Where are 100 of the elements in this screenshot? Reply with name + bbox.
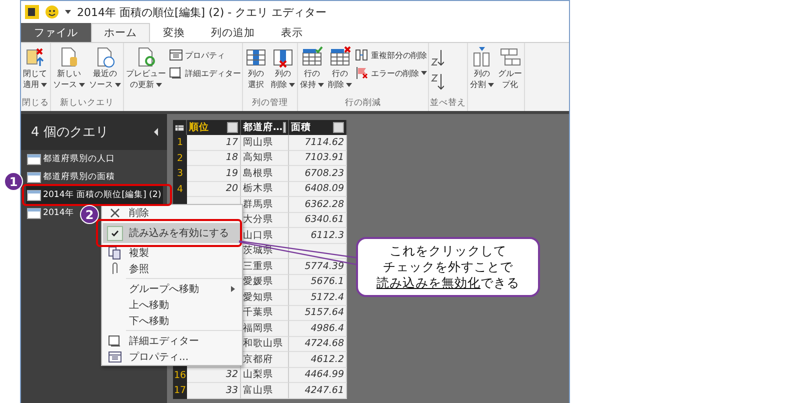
table-cell: 愛媛県: [241, 274, 289, 290]
table-cell: 7103.91: [289, 150, 347, 166]
table-cell: 4724.68: [289, 336, 347, 352]
table-cell: 6340.61: [289, 212, 347, 228]
remove-errors-icon: [355, 66, 369, 80]
ribbon-group-label: 閉じる: [22, 97, 49, 110]
menu-item[interactable]: 上へ移動: [103, 297, 241, 313]
ribbon-button[interactable]: 列の 選択: [244, 46, 268, 97]
table-cell: 4612.2: [289, 352, 347, 368]
menu-item[interactable]: 読み込みを有効にする: [103, 223, 241, 243]
query-item[interactable]: 2014年 面積の順位[編集] (2): [26, 186, 164, 204]
step-badge: 1: [4, 172, 23, 191]
collapse-icon: [153, 128, 159, 136]
table-cell: 17: [187, 135, 241, 150]
table-icon: [27, 154, 41, 164]
filter-icon: [227, 122, 238, 133]
table-icon: [27, 172, 41, 182]
ribbon-button[interactable]: 詳細エディター: [169, 66, 241, 80]
table-cell: 6112.3: [289, 228, 347, 244]
menu-item[interactable]: 下へ移動: [103, 313, 241, 329]
ribbon-group-label: 新しいクエリ: [59, 97, 115, 110]
ribbon-group-label: 並べ替え: [430, 97, 466, 110]
table-icon: [27, 190, 41, 200]
query-item[interactable]: 2014年: [26, 204, 76, 222]
table-cell: 和歌山県: [241, 336, 289, 352]
ribbon-tab[interactable]: ホーム: [91, 23, 150, 42]
ribbon-button[interactable]: 列の 分割: [469, 46, 495, 97]
menu-item[interactable]: 詳細エディター: [103, 333, 241, 349]
table-cell: 20: [187, 182, 241, 197]
menu-item[interactable]: グループへ移動: [103, 281, 241, 297]
table-cell: 千葉県: [241, 306, 289, 321]
query-item[interactable]: 都道府県別の人口: [26, 150, 117, 168]
properties-icon: [169, 48, 183, 62]
ribbon-tab[interactable]: ファイル: [21, 23, 91, 42]
table-cell: 19: [187, 166, 241, 182]
sort-ascending-icon: [430, 48, 444, 68]
table-cell: 33: [187, 383, 241, 398]
table-cell: 岡山県: [241, 135, 289, 150]
table-cell: 6708.23: [289, 166, 347, 182]
ribbon-button[interactable]: 重複部分の削除: [355, 48, 427, 62]
table-cell: 5172.4: [289, 290, 347, 306]
table-cell: 栃木県: [241, 182, 289, 197]
query-item[interactable]: 都道府県別の面積: [26, 168, 117, 186]
table-icon: [175, 122, 184, 132]
table-cell: 4247.61: [289, 383, 347, 398]
remove-duplicates-icon: [355, 48, 369, 62]
table-cell: 4986.4: [289, 321, 347, 336]
group-by-icon: [499, 46, 521, 68]
ribbon-button[interactable]: 最近の ソース: [88, 46, 122, 97]
table-cell: 大分県: [241, 212, 289, 228]
callout-text: これをクリックして: [390, 243, 506, 259]
table-cell: 32: [187, 368, 241, 383]
table-cell: 山梨県: [241, 368, 289, 383]
ribbon-button[interactable]: プレビュー の更新: [125, 46, 167, 97]
ribbon-button[interactable]: 行の 削除: [327, 46, 353, 97]
table-cell: 富山県: [241, 383, 289, 398]
delete-icon: [108, 206, 122, 220]
table-cell: 5676.1: [289, 274, 347, 290]
table-cell: 5157.64: [289, 306, 347, 321]
duplicate-icon: [108, 246, 122, 260]
ribbon-group-label: 行の削減: [344, 97, 382, 110]
sort-descending-icon: [430, 72, 444, 92]
check-icon: [111, 230, 119, 236]
table-cell: 7114.62: [289, 135, 347, 150]
table-cell: 愛知県: [241, 290, 289, 306]
table-cell: 5774.39: [289, 259, 347, 274]
ribbon-button[interactable]: グルー プ化: [497, 46, 523, 97]
callout-text: 読み込みを無効化できる: [376, 275, 520, 291]
menu-item[interactable]: 複製: [103, 245, 241, 261]
menu-item[interactable]: 削除: [103, 205, 241, 221]
table-cell: 群馬県: [241, 197, 289, 212]
app-icon: [25, 5, 39, 19]
table-cell: 島根県: [241, 166, 289, 182]
menu-item[interactable]: プロパティ...: [103, 349, 241, 365]
table-cell: 6408.09: [289, 182, 347, 197]
keep-rows-icon: [301, 46, 323, 68]
table-icon: [27, 208, 41, 218]
advanced-editor-icon: [108, 334, 122, 348]
panel-title: 4 個のクエリ: [31, 124, 108, 141]
remove-rows-icon: [329, 46, 351, 68]
table-cell: 福岡県: [241, 321, 289, 336]
filter-icon: [333, 122, 344, 133]
ribbon-button[interactable]: 閉じて 適用: [22, 46, 48, 97]
checkbox[interactable]: [107, 226, 123, 240]
menu-item[interactable]: 参照: [103, 261, 241, 277]
callout-text: チェックを外すことで: [383, 259, 513, 275]
filter-icon: [282, 122, 286, 133]
table-cell: 三重県: [241, 259, 289, 274]
table-cell: 高知県: [241, 150, 289, 166]
table-cell: 6362.28: [289, 197, 347, 212]
table-cell: 18: [187, 150, 241, 166]
ribbon-button[interactable]: 行の 保持: [299, 46, 325, 97]
ribbon-group-label: 列の管理: [251, 97, 289, 110]
ribbon-button[interactable]: エラーの削除: [355, 66, 427, 80]
ribbon-button[interactable]: 新しい ソース: [52, 46, 86, 97]
close-apply-icon: [24, 46, 46, 68]
caret-icon: [65, 10, 71, 14]
ribbon-button[interactable]: プロパティ: [169, 48, 241, 62]
ribbon-button[interactable]: 列の 削除: [270, 46, 296, 97]
advanced-editor-icon: [169, 66, 183, 80]
